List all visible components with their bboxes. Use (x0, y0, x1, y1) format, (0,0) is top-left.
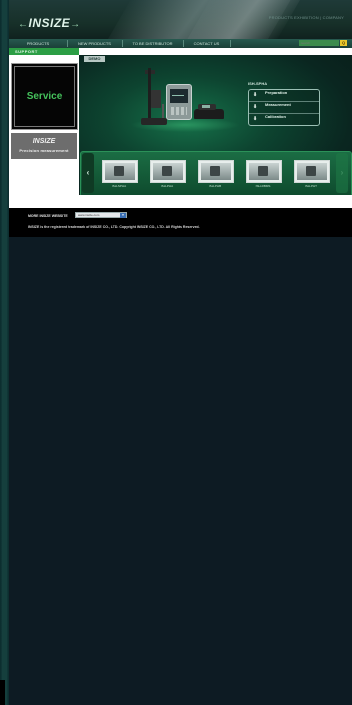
thumbnail-label[interactable]: ISH-RBMS (243, 184, 283, 188)
logo-arrow-icon: ← (18, 19, 29, 30)
stand-probe (162, 104, 164, 118)
website-select[interactable]: www.insize.com ▼ (75, 212, 127, 218)
device-screen (170, 89, 188, 103)
thumbnail-item[interactable] (246, 160, 282, 183)
left-decor-inner (2, 0, 7, 705)
demo-badge[interactable]: DEMO (84, 56, 105, 62)
thumbnail-label[interactable]: ISH-SPHA (99, 184, 139, 188)
thumbnail-item[interactable] (294, 160, 330, 183)
download-arrow-icon: ⬇ (253, 92, 258, 98)
thumbnail-product (258, 166, 268, 176)
bottom-left-block (0, 680, 5, 705)
menu-item-preparation[interactable]: ⬇ Preparation (249, 90, 319, 102)
insize-logo[interactable]: ←INSIZE→ (18, 16, 81, 30)
thumbnail-next-button[interactable]: › (336, 153, 348, 193)
left-decor-bar (0, 0, 9, 705)
nav-products[interactable]: PRODUCTS (9, 40, 68, 47)
hardness-tester-device (166, 84, 192, 120)
model-title: ISH-SPHA (248, 81, 268, 86)
search-input[interactable] (299, 40, 339, 46)
product-menu: ⬇ Preparation ⬇ Measurement ⬇ Calibration (248, 89, 320, 126)
logo-arrow-icon-right: → (70, 19, 81, 30)
footer (9, 208, 352, 237)
support-heading: SUPPORT (9, 48, 79, 55)
thumbnail-product (162, 166, 172, 176)
menu-item-calibration[interactable]: ⬇ Calibration (249, 114, 319, 125)
thumbnail-prev-button[interactable]: ‹ (82, 153, 94, 193)
nav-contact[interactable]: CONTACT US (183, 40, 231, 47)
menu-item-measurement[interactable]: ⬇ Measurement (249, 102, 319, 114)
service-label: Service (14, 66, 75, 127)
top-links[interactable]: PRODUCTS EXHIBITION | COMPANY (269, 15, 344, 20)
download-arrow-icon: ⬇ (253, 104, 258, 110)
nav-distributor[interactable]: TO BE DISTRIBUTOR (122, 40, 184, 47)
thumbnail-product (306, 166, 316, 176)
more-websites-label: MORE INSIZE WEBSITE (28, 214, 68, 218)
thumbnail-label[interactable]: ISH-PHT (291, 184, 331, 188)
nav-new-products[interactable]: NEW PRODUCTS (67, 40, 123, 47)
thumbnail-item[interactable] (102, 160, 138, 183)
thumbnail-label[interactable]: ISH-PHA (147, 184, 187, 188)
service-button[interactable]: Service (11, 63, 78, 130)
portable-tester-display (202, 105, 210, 108)
thumbnail-item[interactable] (198, 160, 234, 183)
portable-tester-body (194, 109, 224, 119)
thumbnail-product (210, 166, 220, 176)
thumbnail-product (114, 166, 124, 176)
stand-base (141, 118, 167, 125)
menu-label: Calibration (265, 114, 286, 119)
device-keypad (171, 107, 187, 115)
logo-text: INSIZE (28, 16, 71, 30)
stand-head (151, 90, 161, 108)
promo-logo: INSIZE (32, 138, 56, 145)
chevron-down-icon: ▼ (120, 213, 126, 218)
menu-label: Measurement (265, 102, 291, 107)
website-select-value: www.insize.com (78, 213, 100, 217)
promo-text: Precision measurement (19, 148, 69, 153)
content-bottom-strip (79, 195, 352, 208)
download-arrow-icon: ⬇ (253, 116, 258, 122)
menu-label: Preparation (265, 90, 288, 95)
search-button[interactable]: Q (340, 40, 347, 46)
thumbnail-label[interactable]: ISH-PHB (195, 184, 235, 188)
main-top-strip (79, 48, 352, 55)
precision-promo[interactable]: INSIZE Precision measurement (11, 133, 77, 159)
thumbnail-item[interactable] (150, 160, 186, 183)
copyright-text: INSIZE is the registered trademark of IN… (28, 225, 200, 229)
